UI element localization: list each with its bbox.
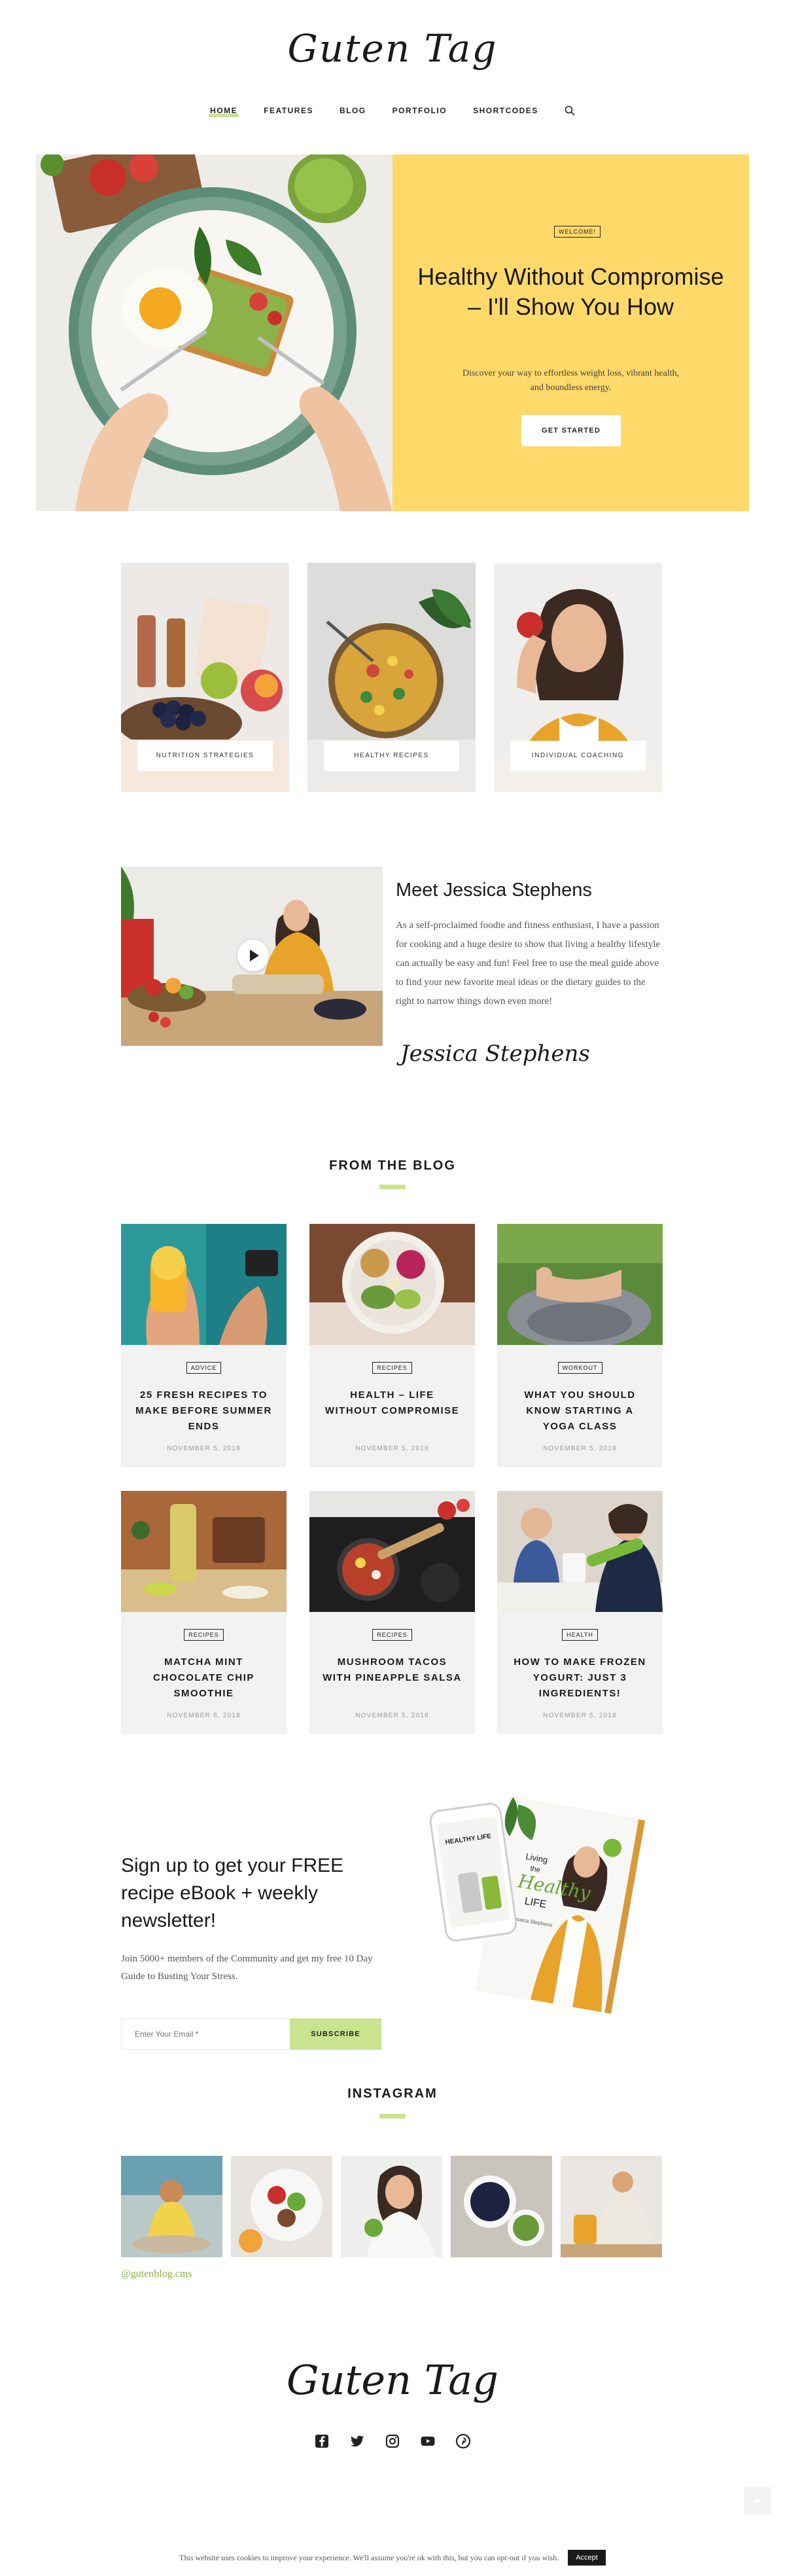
post-title[interactable]: WHAT YOU SHOULD KNOW STARTING A YOGA CLA… — [510, 1387, 650, 1435]
blog-card[interactable]: ADVICE 25 FRESH RECIPES TO MAKE BEFORE S… — [121, 1224, 287, 1467]
back-to-top-button[interactable] — [744, 2487, 771, 2514]
blog-image — [121, 1224, 287, 1345]
search-icon[interactable] — [565, 105, 575, 116]
chevron-up-icon — [754, 2498, 761, 2503]
post-date: NOVEMBER 5, 2018 — [167, 1712, 241, 1719]
blog-image — [309, 1224, 475, 1345]
post-category-badge[interactable]: ADVICE — [186, 1362, 222, 1374]
category-label: INDIVIDUAL COACHING — [510, 741, 646, 771]
hero-title: Healthy Without Compromise – I'll Show Y… — [417, 263, 724, 320]
category-card-recipes[interactable]: HEALTHY RECIPES — [307, 563, 476, 792]
site-logo[interactable]: Guten Tag — [0, 26, 785, 71]
blog-image — [121, 1491, 287, 1612]
newsletter-text: Join 5000+ members of the Community and … — [121, 1954, 373, 1982]
category-label: NUTRITION STRATEGIES — [137, 741, 273, 771]
play-button[interactable] — [237, 940, 269, 971]
blog-image — [497, 1224, 663, 1345]
ebook-mockup: Living the Healthy LIFE Jessica Stephens… — [425, 1780, 661, 2042]
instagram-photo[interactable] — [451, 2156, 552, 2257]
instagram-photo[interactable] — [231, 2156, 332, 2257]
meet-text: As a self-proclaimed foodie and fitness … — [396, 920, 661, 1007]
blog-card[interactable]: RECIPES MATCHA MINT CHOCOLATE CHIP SMOOT… — [121, 1491, 287, 1734]
nav-item-features[interactable]: FEATURES — [264, 105, 313, 116]
cookie-bar: This website uses cookies to improve you… — [0, 2539, 785, 2576]
blog-card[interactable]: RECIPES HEALTH – LIFE WITHOUT COMPROMISE… — [309, 1224, 475, 1467]
meet-title: Meet Jessica Stephens — [396, 880, 592, 901]
post-title[interactable]: HOW TO MAKE FROZEN YOGURT: JUST 3 INGRED… — [510, 1655, 650, 1702]
post-date: NOVEMBER 5, 2018 — [167, 1445, 241, 1452]
post-category-badge[interactable]: HEALTH — [562, 1629, 598, 1641]
blog-card[interactable]: WORKOUT WHAT YOU SHOULD KNOW STARTING A … — [497, 1224, 663, 1467]
post-date: NOVEMBER 5, 2018 — [355, 1445, 429, 1452]
facebook-icon[interactable] — [314, 2433, 330, 2449]
play-icon — [250, 950, 259, 961]
blog-card[interactable]: HEALTH HOW TO MAKE FROZEN YOGURT: JUST 3… — [497, 1491, 663, 1734]
instagram-photo[interactable] — [121, 2156, 222, 2257]
newsletter-title: Sign up to get your FREE recipe eBook + … — [121, 1855, 344, 1931]
category-label: HEALTHY RECIPES — [324, 741, 459, 771]
instagram-icon[interactable] — [385, 2433, 400, 2449]
get-started-button[interactable]: GET STARTED — [521, 415, 621, 446]
post-date: NOVEMBER 5, 2018 — [355, 1712, 429, 1719]
nav-item-portfolio[interactable]: PORTFOLIO — [392, 105, 447, 116]
hero-subtitle: Discover your way to effortless weight l… — [462, 368, 679, 393]
main-nav: HOME FEATURES BLOG PORTFOLIO SHORTCODES — [0, 105, 785, 117]
pinterest-icon[interactable] — [455, 2433, 471, 2449]
hero-image — [36, 154, 392, 511]
blog-card[interactable]: RECIPES MUSHROOM TACOS WITH PINEAPPLE SA… — [309, 1491, 475, 1734]
instagram-photo[interactable] — [561, 2156, 662, 2257]
blog-image — [497, 1491, 663, 1612]
instagram-photo[interactable] — [341, 2156, 442, 2257]
title-underline — [379, 1185, 406, 1189]
nav-item-blog[interactable]: BLOG — [340, 105, 366, 116]
hero-panel — [392, 154, 749, 511]
subscribe-button[interactable]: SUBSCRIBE — [290, 2018, 381, 2050]
blog-section-title: FROM THE BLOG — [329, 1158, 456, 1173]
post-title[interactable]: MATCHA MINT CHOCOLATE CHIP SMOOTHIE — [134, 1655, 273, 1702]
instagram-handle[interactable]: @gutenblog.cms — [121, 2268, 192, 2280]
instagram-title: INSTAGRAM — [347, 2086, 438, 2101]
post-date: NOVEMBER 5, 2018 — [543, 1712, 617, 1719]
welcome-badge: WELCOME! — [554, 226, 601, 238]
post-category-badge[interactable]: WORKOUT — [557, 1362, 602, 1374]
footer-logo[interactable]: Guten Tag — [0, 2356, 785, 2404]
signature: Jessica Stephens — [400, 1041, 590, 1067]
post-date: NOVEMBER 5, 2018 — [543, 1445, 617, 1452]
blog-image — [309, 1491, 475, 1612]
category-card-nutrition[interactable]: NUTRITION STRATEGIES — [121, 563, 289, 792]
nav-item-home[interactable]: HOME — [209, 105, 239, 117]
post-category-badge[interactable]: RECIPES — [372, 1362, 412, 1374]
accept-cookies-button[interactable]: Accept — [568, 2550, 606, 2566]
post-title[interactable]: HEALTH – LIFE WITHOUT COMPROMISE — [323, 1387, 462, 1419]
twitter-icon[interactable] — [349, 2433, 365, 2449]
post-category-badge[interactable]: RECIPES — [184, 1629, 224, 1641]
nav-item-shortcodes[interactable]: SHORTCODES — [473, 105, 538, 116]
youtube-icon[interactable] — [420, 2433, 436, 2449]
post-title[interactable]: MUSHROOM TACOS WITH PINEAPPLE SALSA — [323, 1655, 462, 1686]
post-title[interactable]: 25 FRESH RECIPES TO MAKE BEFORE SUMMER E… — [134, 1387, 273, 1435]
category-card-coaching[interactable]: INDIVIDUAL COACHING — [494, 563, 662, 792]
social-links — [0, 2433, 785, 2449]
title-underline — [379, 2114, 406, 2119]
meet-video-thumbnail[interactable] — [121, 867, 383, 1046]
post-category-badge[interactable]: RECIPES — [372, 1629, 412, 1641]
email-input[interactable] — [121, 2018, 290, 2050]
cookie-text: This website uses cookies to improve you… — [179, 2552, 559, 2562]
